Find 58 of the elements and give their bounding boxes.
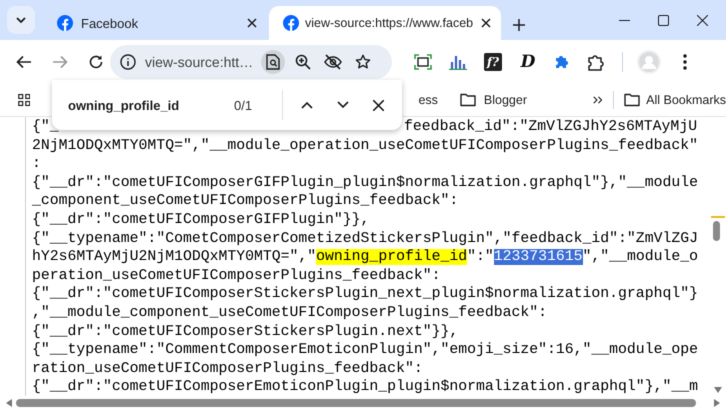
page-search-button[interactable] bbox=[261, 50, 286, 74]
reload-icon[interactable] bbox=[88, 54, 104, 70]
chevron-up-icon[interactable] bbox=[301, 101, 313, 109]
menu-icon[interactable] bbox=[683, 54, 687, 70]
find-result-marker bbox=[711, 216, 725, 218]
chevron-down-icon[interactable] bbox=[337, 101, 349, 109]
source-line: {"__typename":"CommentComposerEmoticonPlugin","emoji_size":16,"__module_ope bbox=[32, 341, 699, 360]
source-line: {"__dr":"cometUFIComposerGIFPlugin_plugin$normalization.graphql"},"__module bbox=[32, 174, 699, 192]
source-line: {"__dr":"cometUFIComposerStickersPlugin_next_plugin$normalization.graphql"} bbox=[32, 285, 699, 304]
source-line: ration_useCometUFIComposerPlugins_feedback": bbox=[32, 360, 424, 378]
extension-button[interactable]: f? bbox=[484, 52, 502, 70]
close-icon[interactable] bbox=[247, 18, 257, 28]
tab-search-button[interactable] bbox=[7, 6, 35, 34]
scroll-right-icon[interactable] bbox=[714, 399, 720, 407]
scroll-left-icon[interactable] bbox=[6, 399, 12, 407]
source-line: : bbox=[32, 155, 42, 174]
source-line: {"__dr":"cometUFIComposerEmoticonPlugin_plugin$normalization.graphql"},"__m bbox=[32, 378, 699, 396]
address-bar[interactable]: view-source:htt… bbox=[110, 44, 392, 78]
facebook-icon bbox=[283, 15, 299, 31]
source-line: {"__dr":"cometUFIComposerStickersPlugin.next"}}, bbox=[32, 322, 460, 342]
eye-off-icon[interactable] bbox=[324, 54, 342, 70]
extensions-icon[interactable] bbox=[587, 52, 605, 70]
bookmark-folder[interactable]: All Bookmarks bbox=[624, 92, 726, 107]
scroll-down-icon[interactable] bbox=[714, 387, 722, 393]
source-line: _component_useCometUFIComposerPlugins_feedback": bbox=[32, 192, 460, 211]
bookmark-folder[interactable]: Blogger bbox=[460, 92, 527, 107]
document-search-icon bbox=[266, 54, 280, 70]
facebook-icon bbox=[57, 15, 73, 31]
source-line: {"__typename":"CometComposerCometizedStickersPlugin","feedback_id":"ZmVlZGJ bbox=[32, 230, 699, 248]
new-tab-icon[interactable] bbox=[513, 19, 525, 31]
source-line: ,"__module_component_useCometUFIComposerPlugins_feedback": bbox=[32, 304, 548, 323]
bookmark-link[interactable]: ess bbox=[418, 92, 438, 106]
browser-tab[interactable]: view-source:https://www.faceb bbox=[269, 6, 501, 40]
maximize-icon[interactable] bbox=[658, 14, 669, 26]
scrollbar-thumb[interactable] bbox=[16, 399, 696, 407]
chevron-down-icon bbox=[16, 16, 26, 24]
close-icon[interactable] bbox=[697, 14, 708, 26]
browser-tab[interactable]: Facebook bbox=[41, 6, 269, 40]
info-icon[interactable] bbox=[120, 54, 136, 70]
source-line: {"__dr":"cometUFIComposerGIFPlugin"}}, bbox=[32, 210, 370, 230]
source-fragment: feedback_id":"ZmVlZGJhY2s6MTAyMjU bbox=[404, 119, 698, 135]
close-icon[interactable] bbox=[373, 100, 384, 110]
zoom-icon[interactable] bbox=[295, 54, 312, 70]
source-fragment: {"_ bbox=[32, 119, 59, 135]
source-line: 2NjM1ODQxMTY0MTQ=","__module_operation_useCometUFIComposerPlugins_feedback" bbox=[32, 136, 699, 156]
source-line: peration_useCometUFIComposerPlugins_feedback": bbox=[32, 266, 442, 286]
scrollbar-thumb[interactable] bbox=[713, 221, 720, 241]
screen-capture-icon[interactable] bbox=[414, 54, 432, 70]
chart-icon[interactable] bbox=[449, 54, 467, 70]
match-count: 0/1 bbox=[234, 98, 254, 112]
star-icon[interactable] bbox=[355, 54, 372, 70]
source-line: hY2s6MTAyMjU2NjM1ODQxMTY0MTQ=","owning_profile_id":"1233731615","__module_o bbox=[32, 248, 699, 267]
forward-icon[interactable] bbox=[52, 54, 68, 68]
find-field[interactable]: owning_profile_id bbox=[68, 98, 234, 112]
extension-button[interactable]: D bbox=[519, 52, 537, 70]
puzzle-icon[interactable] bbox=[554, 54, 570, 70]
close-icon[interactable] bbox=[481, 18, 491, 28]
back-icon[interactable] bbox=[16, 54, 32, 68]
